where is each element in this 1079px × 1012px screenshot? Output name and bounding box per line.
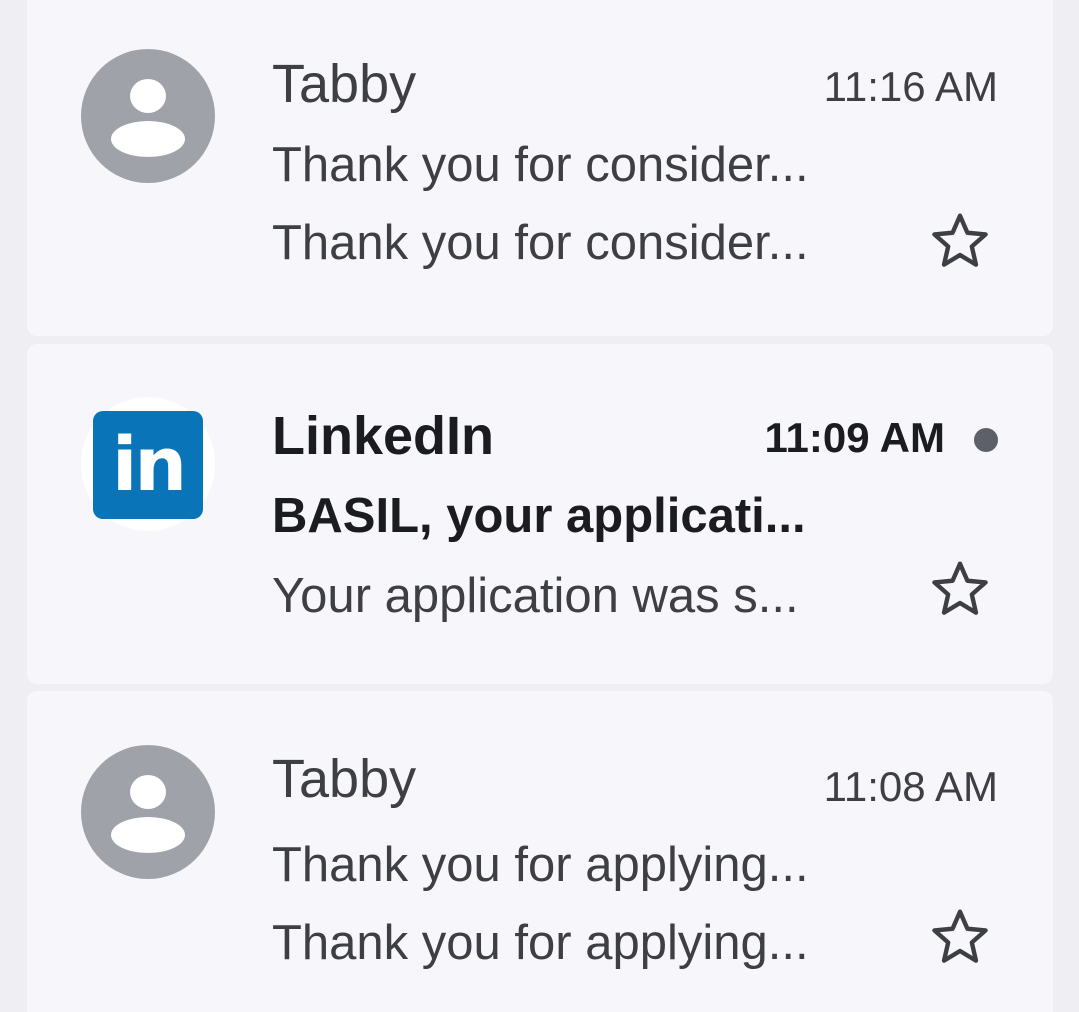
person-icon-head [130, 775, 166, 809]
sender-name: LinkedIn [272, 406, 495, 466]
email-snippet: Your application was s... [272, 569, 799, 623]
email-subject: BASIL, your applicati... [272, 489, 806, 543]
sender-avatar[interactable] [81, 49, 215, 183]
email-subject: Thank you for applying... [272, 838, 809, 892]
star-outline-icon [932, 909, 988, 963]
person-icon-head [130, 79, 166, 113]
email-list: Tabby 11:16 AM Thank you for consider...… [0, 0, 1079, 1012]
email-list-item[interactable]: Tabby 11:16 AM Thank you for consider...… [27, 0, 1053, 336]
person-icon-body [111, 817, 185, 853]
email-time: 11:09 AM [764, 414, 945, 461]
star-outline-icon [932, 561, 988, 615]
linkedin-avatar[interactable]: in [81, 397, 215, 531]
email-snippet: Thank you for applying... [272, 916, 809, 970]
email-snippet: Thank you for consider... [272, 216, 809, 270]
email-list-item[interactable]: in LinkedIn 11:09 AM BASIL, your applica… [27, 344, 1053, 684]
sender-name: Tabby [272, 749, 417, 809]
star-icon[interactable] [927, 556, 993, 622]
sender-name: Tabby [272, 54, 417, 114]
star-icon[interactable] [927, 904, 993, 970]
email-subject: Thank you for consider... [272, 138, 809, 192]
person-icon-body [111, 121, 185, 157]
sender-avatar[interactable] [81, 745, 215, 879]
email-time: 11:16 AM [823, 63, 998, 110]
star-icon[interactable] [927, 208, 993, 274]
linkedin-logo-icon: in [93, 411, 203, 519]
star-outline-icon [932, 213, 988, 267]
unread-dot-icon [974, 428, 998, 452]
email-list-item[interactable]: Tabby 11:08 AM Thank you for applying...… [27, 691, 1053, 1012]
email-time: 11:08 AM [823, 763, 998, 810]
